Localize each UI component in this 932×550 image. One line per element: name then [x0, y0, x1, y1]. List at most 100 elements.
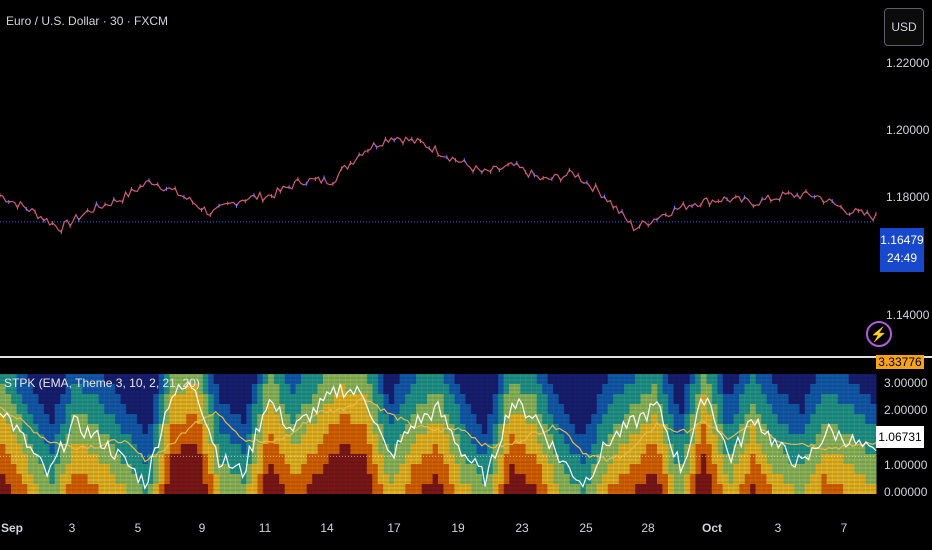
- heatmap-cell: [186, 454, 193, 464]
- heatmap-cell: [750, 404, 757, 414]
- heatmap-cell: [197, 484, 204, 494]
- heatmap-cell: [427, 384, 434, 394]
- heatmap-cell: [574, 484, 581, 494]
- heatmap-cell: [678, 374, 685, 384]
- heatmap-cell: [219, 444, 225, 454]
- heatmap-cell: [689, 374, 696, 384]
- heatmap-cell: [843, 394, 850, 404]
- heatmap-cell: [448, 454, 455, 464]
- heatmap-cell: [821, 404, 828, 414]
- heatmap-cell: [569, 454, 576, 464]
- heatmap-cell: [93, 414, 100, 424]
- heatmap-cell: [782, 464, 789, 474]
- heatmap-cell: [448, 464, 455, 474]
- heatmap-cell: [10, 454, 17, 464]
- heatmap-cell: [344, 434, 351, 444]
- heatmap-cell: [854, 374, 861, 384]
- chart-canvas[interactable]: [0, 0, 932, 550]
- heatmap-cell: [416, 484, 423, 494]
- heatmap-cell: [673, 474, 680, 484]
- heatmap-cell: [607, 394, 614, 404]
- heatmap-cell: [27, 454, 34, 464]
- heatmap-cell: [361, 424, 368, 434]
- heatmap-cell: [153, 394, 160, 404]
- heatmap-cell: [662, 484, 669, 494]
- heatmap-cell: [416, 444, 423, 454]
- heatmap-cell: [657, 484, 663, 494]
- heatmap-cell: [114, 404, 121, 414]
- heatmap-cell: [268, 374, 275, 384]
- heatmap-cell: [295, 384, 302, 394]
- heatmap-cell: [640, 454, 647, 464]
- heatmap-cell: [301, 474, 308, 484]
- heatmap-cell: [635, 404, 642, 414]
- heatmap-cell: [5, 394, 12, 404]
- heatmap-cell: [684, 484, 691, 494]
- heatmap-cell: [169, 404, 176, 414]
- heatmap-cell: [377, 414, 384, 424]
- heatmap-cell: [229, 484, 236, 494]
- heatmap-cell: [782, 404, 789, 414]
- heatmap-cell: [93, 444, 100, 454]
- heatmap-cell: [366, 464, 373, 474]
- heatmap-cell: [848, 474, 855, 484]
- heatmap-cell: [284, 374, 291, 384]
- heatmap-cell: [279, 454, 286, 464]
- heatmap-cell: [651, 454, 658, 464]
- heatmap-cell: [16, 464, 23, 474]
- heatmap-cell: [32, 464, 39, 474]
- heatmap-cell: [547, 384, 554, 394]
- heatmap-cell: [164, 464, 171, 474]
- heatmap-cell: [487, 384, 494, 394]
- heatmap-cell: [273, 414, 280, 424]
- heatmap-cell: [273, 394, 280, 404]
- heatmap-cell: [788, 404, 795, 414]
- heatmap-cell: [558, 414, 565, 424]
- heatmap-cell: [0, 484, 6, 494]
- heatmap-cell: [229, 464, 236, 474]
- indicator-title[interactable]: STPK (EMA, Theme 3, 10, 2, 21, 20): [4, 376, 200, 390]
- heatmap-cell: [60, 464, 67, 474]
- heatmap-cell: [416, 374, 423, 384]
- heatmap-cell: [569, 384, 576, 394]
- heatmap-cell: [224, 484, 231, 494]
- indicator-tick: 1.00000: [884, 458, 928, 472]
- heatmap-cell: [279, 464, 286, 474]
- heatmap-cell: [421, 444, 428, 454]
- heatmap-cell: [197, 464, 204, 474]
- heatmap-cell: [82, 474, 89, 484]
- pane-divider[interactable]: [0, 356, 932, 358]
- heatmap-cell: [470, 464, 477, 474]
- heatmap-cell: [372, 384, 379, 394]
- heatmap-cell: [197, 424, 204, 434]
- heatmap-cell: [585, 434, 592, 444]
- heatmap-cell: [284, 404, 291, 414]
- heatmap-cell: [744, 444, 751, 454]
- heatmap-cell: [531, 394, 538, 404]
- heatmap-cell: [454, 474, 461, 484]
- heatmap-cell: [525, 454, 532, 464]
- heatmap-cell: [711, 434, 718, 444]
- heatmap-cell: [635, 464, 642, 474]
- heatmap-cell: [65, 414, 72, 424]
- heatmap-cell: [350, 424, 357, 434]
- heatmap-cell: [804, 404, 811, 414]
- heatmap-cell: [5, 474, 12, 484]
- heatmap-cell: [744, 434, 751, 444]
- heatmap-cell: [837, 394, 844, 404]
- heatmap-cell: [240, 394, 247, 404]
- heatmap-cell: [722, 484, 729, 494]
- heatmap-cell: [766, 374, 773, 384]
- heatmap-cell: [832, 414, 839, 424]
- heatmap-cell: [355, 414, 362, 424]
- heatmap-cell: [574, 464, 581, 474]
- heatmap-cell: [689, 484, 696, 494]
- heatmap-cell: [147, 484, 154, 494]
- lightning-icon[interactable]: ⚡: [866, 321, 892, 347]
- heatmap-cell: [596, 374, 603, 384]
- heatmap-cell: [355, 444, 362, 454]
- heatmap-cell: [547, 374, 554, 384]
- heatmap-cell: [454, 384, 461, 394]
- heatmap-cell: [492, 424, 499, 434]
- heatmap-cell: [793, 414, 800, 424]
